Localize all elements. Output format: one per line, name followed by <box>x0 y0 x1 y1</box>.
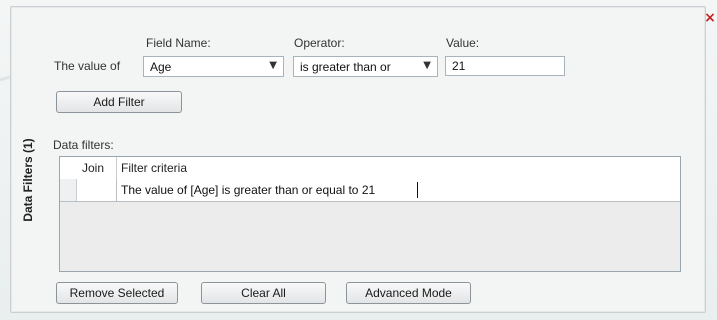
field-name-label: Field Name: <box>146 36 211 50</box>
data-filters-tab[interactable]: Data Filters (1) <box>14 80 42 280</box>
grid-header: Join Filter criteria <box>60 157 680 180</box>
text-caret <box>417 182 418 198</box>
column-divider <box>116 157 117 179</box>
data-filters-label: Data filters: <box>53 138 114 152</box>
field-name-dropdown[interactable]: Age ▼ <box>143 56 284 77</box>
chevron-down-icon: ▼ <box>423 60 431 71</box>
data-filters-tab-label: Data Filters (1) <box>21 138 35 222</box>
filter-criteria-column-header[interactable]: Filter criteria <box>121 161 187 175</box>
add-filter-button[interactable]: Add Filter <box>56 91 182 113</box>
operator-selected: is greater than or <box>300 60 391 74</box>
advanced-mode-button[interactable]: Advanced Mode <box>346 282 471 304</box>
clear-all-button[interactable]: Clear All <box>201 282 326 304</box>
filter-criteria-cell[interactable]: The value of [Age] is greater than or eq… <box>121 183 375 197</box>
field-name-selected: Age <box>150 60 172 74</box>
row-selector[interactable] <box>60 179 77 201</box>
chevron-down-icon: ▼ <box>269 60 277 71</box>
remove-selected-button[interactable]: Remove Selected <box>56 282 178 304</box>
value-label: Value: <box>446 36 480 50</box>
data-filters-grid[interactable]: Join Filter criteria The value of [Age] … <box>59 156 681 272</box>
the-value-of-label: The value of <box>54 59 121 73</box>
value-input[interactable]: 21 <box>445 56 565 76</box>
table-row[interactable]: The value of [Age] is greater than or eq… <box>60 179 680 202</box>
join-column-header[interactable]: Join <box>82 161 104 175</box>
close-icon[interactable]: × <box>703 10 717 26</box>
operator-dropdown[interactable]: is greater than or ▼ <box>293 56 438 77</box>
join-cell[interactable] <box>77 179 117 201</box>
operator-label: Operator: <box>294 36 345 50</box>
